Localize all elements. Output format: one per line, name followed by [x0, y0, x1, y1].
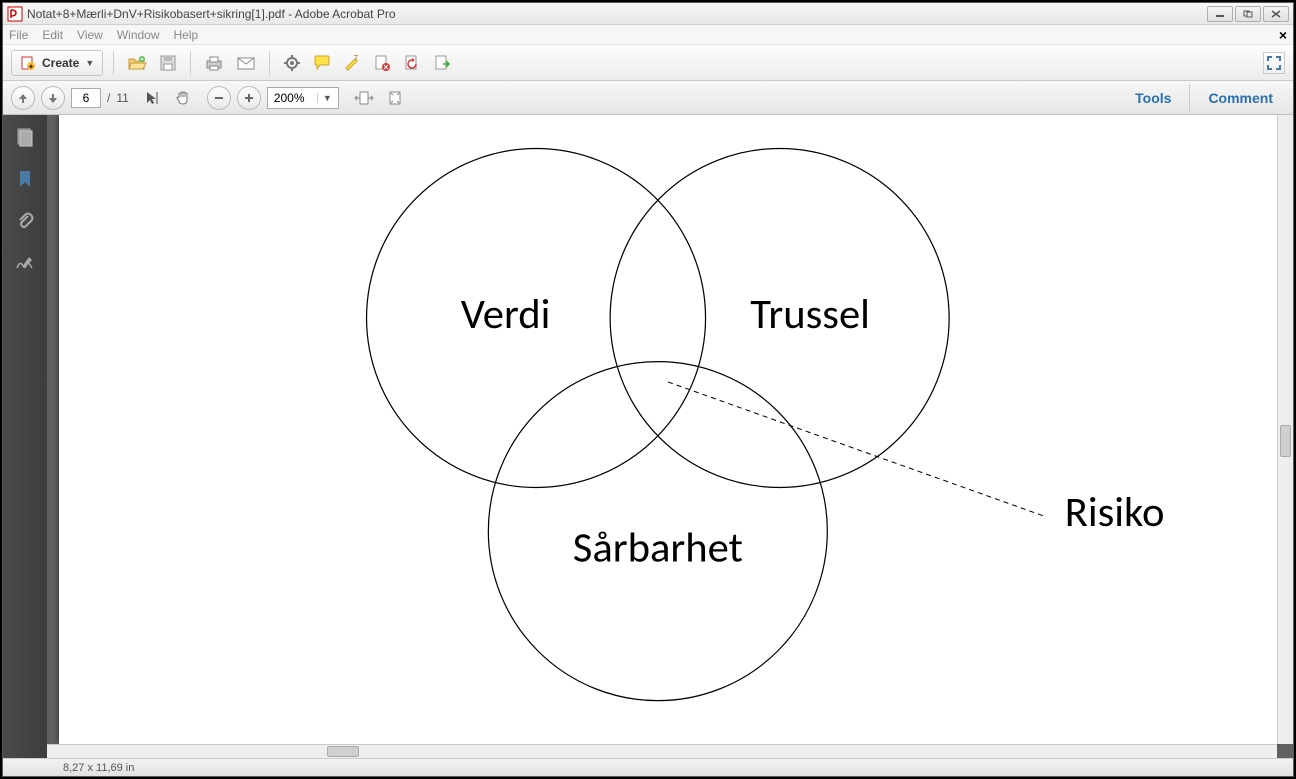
- menu-edit[interactable]: Edit: [42, 28, 63, 42]
- comment-bubble-button[interactable]: [310, 51, 334, 75]
- scrollbar-thumb[interactable]: [327, 746, 359, 757]
- svg-text:T: T: [354, 55, 359, 62]
- maximize-button[interactable]: [1235, 6, 1261, 22]
- bookmarks-tab[interactable]: [13, 167, 37, 191]
- next-page-button[interactable]: [41, 86, 65, 110]
- fit-page-button[interactable]: [383, 86, 407, 110]
- scrollbar-thumb[interactable]: [1280, 425, 1291, 457]
- bookmark-icon: [16, 169, 34, 189]
- page-rotate-icon: [403, 54, 421, 72]
- venn-center-label: Risiko: [1065, 486, 1165, 538]
- attachments-tab[interactable]: [13, 209, 37, 233]
- statusbar: 8,27 x 11,69 in: [3, 758, 1293, 776]
- venn-label-3: Sårbarhet: [573, 522, 743, 574]
- menu-view[interactable]: View: [77, 28, 103, 42]
- pdf-page[interactable]: Verdi Trussel Sårbarhet Risiko: [59, 115, 1277, 744]
- zoom-in-button[interactable]: [237, 86, 261, 110]
- create-button[interactable]: ✦ Create ▼: [11, 50, 103, 76]
- cursor-text-icon: [144, 89, 162, 107]
- navigation-toolbar: / 11 200% ▼ Tools Comment: [3, 81, 1293, 115]
- close-button[interactable]: [1263, 6, 1289, 22]
- minimize-button[interactable]: [1207, 6, 1233, 22]
- minus-icon: [214, 93, 224, 103]
- menu-window[interactable]: Window: [117, 28, 160, 42]
- create-label: Create: [42, 56, 79, 70]
- dropdown-caret-icon: ▼: [317, 93, 332, 103]
- fit-width-icon: [354, 89, 374, 107]
- comment-panel-toggle[interactable]: Comment: [1196, 90, 1285, 106]
- settings-button[interactable]: [280, 51, 304, 75]
- export-page-button[interactable]: [430, 51, 454, 75]
- arrow-down-icon: [47, 92, 59, 104]
- dropdown-caret-icon: ▼: [85, 58, 94, 68]
- hand-icon: [174, 89, 192, 107]
- pages-icon: [15, 127, 35, 147]
- horizontal-scrollbar[interactable]: [47, 744, 1277, 758]
- zoom-select[interactable]: 200% ▼: [267, 87, 339, 109]
- app-window: Notat+8+Mærli+DnV+Risikobasert+sikring[1…: [2, 2, 1294, 777]
- speech-bubble-icon: [313, 54, 331, 72]
- fit-width-button[interactable]: [351, 86, 377, 110]
- open-button[interactable]: [124, 51, 150, 75]
- save-button[interactable]: [156, 51, 180, 75]
- email-button[interactable]: [233, 51, 259, 75]
- document-area: Verdi Trussel Sårbarhet Risiko: [47, 115, 1293, 758]
- folder-open-icon: [127, 54, 147, 72]
- window-title: Notat+8+Mærli+DnV+Risikobasert+sikring[1…: [27, 7, 1207, 21]
- page-dimensions: 8,27 x 11,69 in: [63, 762, 134, 774]
- plus-icon: [244, 93, 254, 103]
- menu-file[interactable]: File: [9, 28, 28, 42]
- printer-icon: [204, 54, 224, 72]
- reading-mode-button[interactable]: [1263, 52, 1285, 74]
- titlebar: Notat+8+Mærli+DnV+Risikobasert+sikring[1…: [3, 3, 1293, 25]
- highlight-button[interactable]: T: [340, 51, 364, 75]
- zoom-out-button[interactable]: [207, 86, 231, 110]
- arrow-up-icon: [17, 92, 29, 104]
- tools-panel-toggle[interactable]: Tools: [1123, 90, 1183, 106]
- venn-label-2: Trussel: [750, 288, 870, 340]
- page-separator: /: [107, 91, 110, 105]
- highlighter-icon: T: [343, 54, 361, 72]
- page-number-input[interactable]: [71, 88, 101, 108]
- vertical-scrollbar[interactable]: [1277, 115, 1293, 744]
- delete-page-button[interactable]: [370, 51, 394, 75]
- thumbnails-tab[interactable]: [13, 125, 37, 149]
- document-close-button[interactable]: ×: [1279, 27, 1287, 43]
- svg-text:✦: ✦: [28, 63, 34, 71]
- content-area: Verdi Trussel Sårbarhet Risiko: [3, 115, 1293, 758]
- expand-icon: [1267, 56, 1281, 70]
- floppy-disk-icon: [159, 54, 177, 72]
- select-tool-button[interactable]: [141, 86, 165, 110]
- signatures-tab[interactable]: [13, 251, 37, 275]
- gear-icon: [283, 54, 301, 72]
- signature-icon: [15, 254, 35, 272]
- fit-page-icon: [386, 89, 404, 107]
- app-icon: [7, 6, 23, 22]
- paperclip-icon: [16, 211, 34, 231]
- hand-tool-button[interactable]: [171, 86, 195, 110]
- prev-page-button[interactable]: [11, 86, 35, 110]
- page-delete-icon: [373, 54, 391, 72]
- main-toolbar: ✦ Create ▼ T: [3, 45, 1293, 81]
- menubar: File Edit View Window Help ×: [3, 25, 1293, 45]
- menu-help[interactable]: Help: [174, 28, 199, 42]
- venn-diagram: Verdi Trussel Sårbarhet Risiko: [59, 115, 1277, 758]
- total-pages: 11: [116, 91, 128, 105]
- rotate-page-button[interactable]: [400, 51, 424, 75]
- create-pdf-icon: ✦: [20, 55, 36, 71]
- page-export-icon: [433, 54, 451, 72]
- venn-label-1: Verdi: [461, 288, 551, 340]
- navigation-pane: [3, 115, 47, 758]
- envelope-icon: [236, 55, 256, 71]
- print-button[interactable]: [201, 51, 227, 75]
- zoom-value: 200%: [274, 91, 305, 105]
